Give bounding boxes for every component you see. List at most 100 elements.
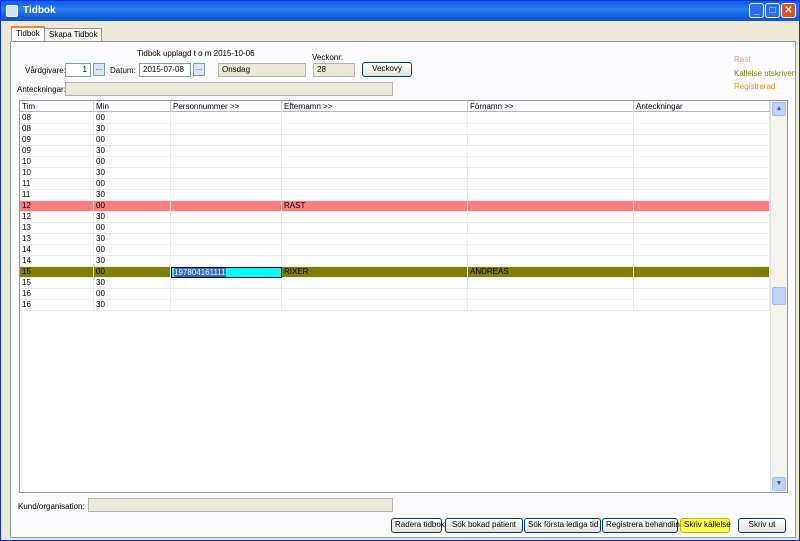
table-row[interactable]: 09 30	[20, 146, 770, 157]
table-cell-pnr[interactable]	[171, 113, 282, 124]
veckovy-button[interactable]: Veckovy	[362, 62, 412, 77]
table-cell-efternamn[interactable]	[282, 256, 468, 267]
table-cell-tim[interactable]: 11	[20, 179, 94, 190]
table-cell-efternamn[interactable]: RIXER	[282, 267, 468, 278]
registrera-behandling-button[interactable]: Registrera behandling	[602, 518, 684, 533]
vardgivare-input[interactable]: 1	[65, 63, 91, 77]
table-cell-min[interactable]: 00	[94, 267, 171, 278]
table-cell-fornamn[interactable]	[468, 190, 634, 201]
table-cell-ant[interactable]	[634, 289, 770, 300]
table-row[interactable]: 15 00 197804161111 RIXER ANDREAS	[20, 267, 770, 278]
table-cell-ant[interactable]	[634, 190, 770, 201]
table-cell-pnr[interactable]	[171, 278, 282, 289]
table-cell-efternamn[interactable]	[282, 212, 468, 223]
table-cell-tim[interactable]: 12	[20, 212, 94, 223]
table-cell-tim[interactable]: 16	[20, 300, 94, 311]
table-row[interactable]: 16 00	[20, 289, 770, 300]
table-cell-tim[interactable]: 13	[20, 223, 94, 234]
table-row[interactable]: 08 30	[20, 124, 770, 135]
table-cell-ant[interactable]	[634, 146, 770, 157]
table-cell-ant[interactable]	[634, 168, 770, 179]
table-cell-pnr[interactable]	[171, 179, 282, 190]
table-cell-efternamn[interactable]	[282, 190, 468, 201]
table-cell-min[interactable]: 00	[94, 179, 171, 190]
table-cell-efternamn[interactable]	[282, 234, 468, 245]
table-cell-efternamn[interactable]: RAST	[282, 201, 468, 212]
table-cell-efternamn[interactable]	[282, 300, 468, 311]
table-cell-pnr[interactable]	[171, 190, 282, 201]
sok-bokad-patient-button[interactable]: Sök bokad patient	[445, 518, 523, 533]
table-cell-fornamn[interactable]	[468, 157, 634, 168]
table-cell-ant[interactable]	[634, 201, 770, 212]
table-cell-fornamn[interactable]	[468, 245, 634, 256]
sok-forsta-lediga-tid-button[interactable]: Sök första lediga tid	[524, 518, 601, 533]
table-cell-fornamn[interactable]	[468, 113, 634, 124]
table-cell-min[interactable]: 00	[94, 201, 171, 212]
table-row[interactable]: 14 00	[20, 245, 770, 256]
table-cell-ant[interactable]	[634, 179, 770, 190]
table-cell-pnr[interactable]: 197804161111	[171, 267, 282, 278]
table-cell-pnr[interactable]	[171, 168, 282, 179]
table-cell-fornamn[interactable]	[468, 234, 634, 245]
table-cell-min[interactable]: 30	[94, 146, 171, 157]
table-cell-fornamn[interactable]	[468, 168, 634, 179]
table-cell-pnr[interactable]	[171, 157, 282, 168]
table-cell-min[interactable]: 00	[94, 245, 171, 256]
table-cell-tim[interactable]: 08	[20, 124, 94, 135]
table-cell-min[interactable]: 30	[94, 168, 171, 179]
table-cell-tim[interactable]: 11	[20, 190, 94, 201]
col-tim[interactable]: Tim	[20, 101, 94, 112]
table-cell-pnr[interactable]	[171, 146, 282, 157]
table-cell-tim[interactable]: 14	[20, 256, 94, 267]
table-cell-efternamn[interactable]	[282, 168, 468, 179]
skriv-kallelse-button[interactable]: Skriv kallelse	[680, 518, 731, 533]
table-cell-efternamn[interactable]	[282, 179, 468, 190]
table-cell-tim[interactable]: 09	[20, 146, 94, 157]
table-cell-pnr[interactable]	[171, 212, 282, 223]
table-cell-min[interactable]: 00	[94, 113, 171, 124]
table-cell-min[interactable]: 30	[94, 256, 171, 267]
maximize-icon[interactable]: □	[765, 3, 780, 18]
table-cell-efternamn[interactable]	[282, 135, 468, 146]
table-cell-tim[interactable]: 15	[20, 267, 94, 278]
table-row[interactable]: 11 00	[20, 179, 770, 190]
table-cell-ant[interactable]	[634, 245, 770, 256]
table-cell-fornamn[interactable]	[468, 289, 634, 300]
datum-picker-button[interactable]: …	[193, 63, 205, 76]
table-cell-min[interactable]: 30	[94, 190, 171, 201]
col-min[interactable]: Min	[94, 101, 171, 112]
table-cell-fornamn[interactable]	[468, 201, 634, 212]
table-cell-ant[interactable]	[634, 300, 770, 311]
col-anteckningar[interactable]: Anteckningar	[634, 101, 770, 112]
table-row[interactable]: 12 30	[20, 212, 770, 223]
table-cell-pnr[interactable]	[171, 289, 282, 300]
table-cell-tim[interactable]: 10	[20, 157, 94, 168]
table-cell-tim[interactable]: 14	[20, 245, 94, 256]
table-cell-fornamn[interactable]: ANDREAS	[468, 267, 634, 278]
table-cell-ant[interactable]	[634, 212, 770, 223]
table-row[interactable]: 15 30	[20, 278, 770, 289]
table-cell-efternamn[interactable]	[282, 289, 468, 300]
table-cell-fornamn[interactable]	[468, 300, 634, 311]
table-cell-min[interactable]: 00	[94, 135, 171, 146]
table-row[interactable]: 10 30	[20, 168, 770, 179]
table-row[interactable]: 09 00	[20, 135, 770, 146]
table-cell-fornamn[interactable]	[468, 179, 634, 190]
table-cell-pnr[interactable]	[171, 245, 282, 256]
scroll-up-icon[interactable]: ▲	[772, 102, 786, 116]
table-cell-ant[interactable]	[634, 157, 770, 168]
table-cell-pnr[interactable]	[171, 256, 282, 267]
table-cell-tim[interactable]: 13	[20, 234, 94, 245]
table-cell-ant[interactable]	[634, 256, 770, 267]
table-cell-tim[interactable]: 16	[20, 289, 94, 300]
table-cell-pnr[interactable]	[171, 201, 282, 212]
table-cell-fornamn[interactable]	[468, 135, 634, 146]
tab-skapa-tidbok[interactable]: Skapa Tidbok	[44, 28, 103, 42]
table-cell-efternamn[interactable]	[282, 146, 468, 157]
table-cell-pnr[interactable]	[171, 223, 282, 234]
scroll-thumb[interactable]	[772, 287, 786, 305]
table-cell-pnr[interactable]	[171, 135, 282, 146]
table-row[interactable]: 11 30	[20, 190, 770, 201]
table-cell-min[interactable]: 30	[94, 212, 171, 223]
table-cell-min[interactable]: 00	[94, 289, 171, 300]
